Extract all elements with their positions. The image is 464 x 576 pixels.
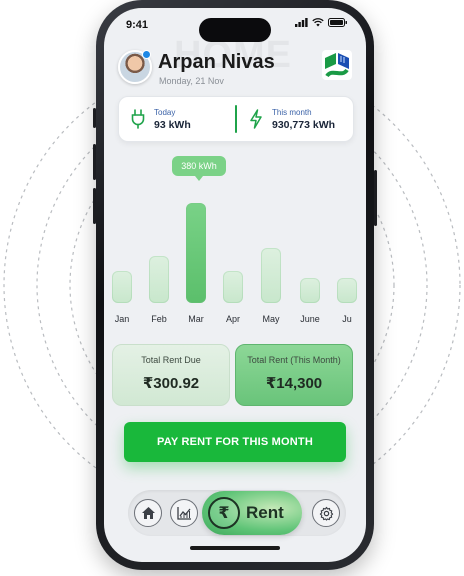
rent-total-card[interactable]: Total Rent (This Month) ₹14,300 [235, 344, 353, 406]
chart-bar-ju[interactable] [337, 278, 357, 303]
energy-summary-card: Today 93 kWh This month 930,773 kWh [118, 96, 354, 142]
month-label: Feb [151, 314, 167, 324]
gear-icon [319, 506, 333, 521]
chart-bar-mar[interactable] [186, 203, 206, 303]
usage-bar-chart: 380 kWh Jan Feb Mar Apr May June Ju [104, 148, 366, 328]
nav-settings-button[interactable] [312, 499, 340, 527]
wifi-icon [312, 18, 324, 27]
today-value: 93 kWh [154, 118, 191, 131]
bar-tooltip: 380 kWh [172, 156, 226, 181]
status-icons [295, 18, 348, 27]
pay-rent-button[interactable]: PAY RENT FOR THIS MONTH [124, 422, 346, 462]
home-indicator [190, 546, 280, 550]
battery-icon [328, 18, 347, 27]
nav-stats-button[interactable] [170, 499, 198, 527]
status-time: 9:41 [126, 19, 149, 31]
home-icon [141, 507, 155, 519]
chart-bar-jan[interactable] [112, 271, 132, 303]
nav-rent-label: Rent [246, 503, 284, 522]
rupee-icon: ₹ [208, 497, 240, 529]
rent-due-value: ₹300.92 [142, 375, 200, 392]
online-indicator [142, 50, 151, 59]
bottom-nav: ₹ Rent [128, 490, 346, 536]
user-name: Arpan Nivas [158, 51, 275, 73]
rent-total-label: Total Rent (This Month) [247, 355, 341, 365]
chart-icon [176, 507, 191, 520]
rent-due-label: Total Rent Due [141, 355, 201, 365]
today-label: Today [154, 107, 176, 117]
phone-frame: 9:41 HOME Arpan Nivas Monday, 21 Nov [93, 0, 377, 570]
month-label: This month [272, 107, 312, 117]
month-label: June [300, 314, 320, 324]
lightning-icon [250, 109, 262, 129]
plug-icon [131, 109, 145, 129]
nav-rent-button[interactable]: ₹ Rent [202, 491, 302, 535]
chart-bar-apr[interactable] [223, 271, 243, 303]
rent-due-card[interactable]: Total Rent Due ₹300.92 [112, 344, 230, 406]
today-usage: Today 93 kWh [119, 108, 235, 131]
current-date: Monday, 21 Nov [159, 76, 224, 86]
chart-bar-may[interactable] [261, 248, 281, 303]
month-usage: This month 930,773 kWh [237, 108, 353, 131]
brand-logo-icon[interactable] [322, 50, 352, 80]
month-label: Apr [225, 314, 240, 324]
month-label: Mar [188, 314, 204, 324]
chart-bar-june[interactable] [300, 278, 320, 303]
rent-total-value: ₹14,300 [265, 375, 323, 392]
signal-icon [295, 18, 308, 27]
month-label: Jan [114, 314, 130, 324]
month-label: Ju [342, 314, 352, 324]
month-value: 930,773 kWh [272, 118, 336, 131]
app-screen: 9:41 HOME Arpan Nivas Monday, 21 Nov [104, 8, 366, 562]
month-label: May [262, 314, 280, 324]
nav-home-button[interactable] [134, 499, 162, 527]
chart-bar-feb[interactable] [149, 256, 169, 303]
